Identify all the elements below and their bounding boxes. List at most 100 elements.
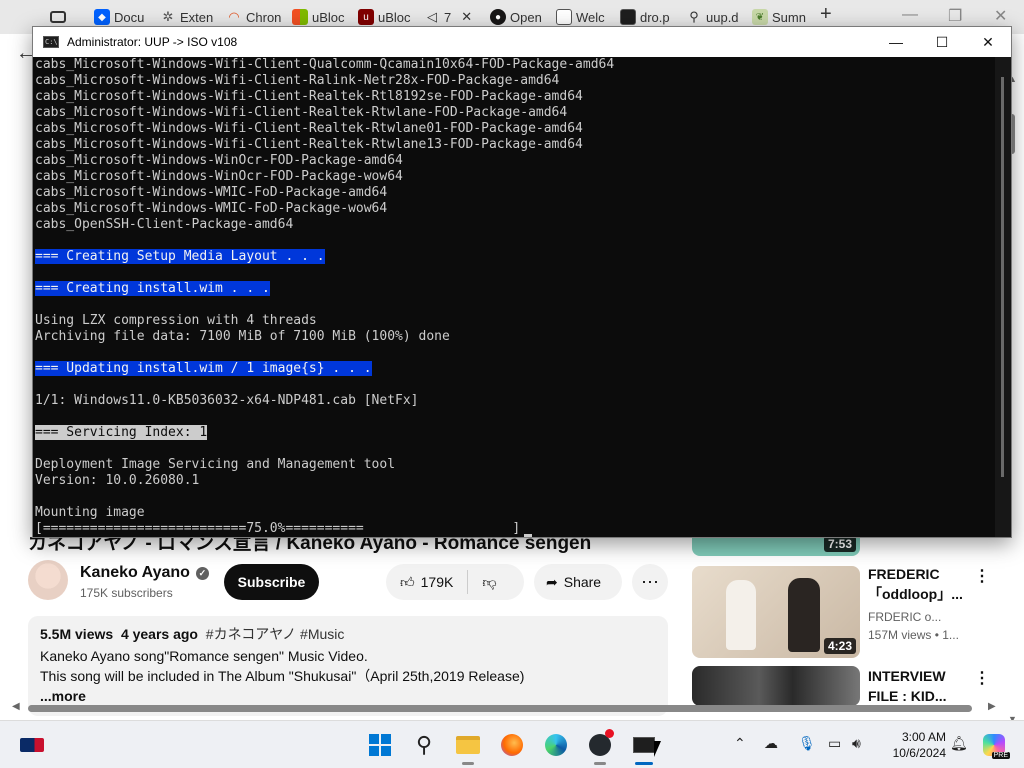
firefox-icon <box>501 734 523 756</box>
console-line: Version: 10.0.26080.1 <box>35 473 200 488</box>
file-explorer-button[interactable] <box>452 729 484 765</box>
like-button[interactable]: 👍︎ 179K <box>386 564 467 600</box>
console-maximize-button[interactable]: ☐ <box>919 27 965 57</box>
browser-maximize-button[interactable]: ❐ <box>948 6 962 26</box>
console-minimize-button[interactable]: — <box>873 27 919 57</box>
console-titlebar[interactable]: C:\ Administrator: UUP -> ISO v108 — ☐ ✕ <box>33 27 1011 57</box>
more-options-icon[interactable]: ⋮ <box>974 566 990 586</box>
console-close-button[interactable]: ✕ <box>965 27 1011 57</box>
share-label: Share <box>563 574 602 590</box>
edge-button[interactable] <box>540 729 572 761</box>
console-line: cabs_Microsoft-Windows-WMIC-FoD-Package-… <box>35 201 388 216</box>
dislike-button[interactable]: 👎︎ <box>468 564 510 600</box>
network-cloud-icon[interactable]: ☁ <box>764 735 778 752</box>
tab-label: Sumn <box>772 9 806 25</box>
tab-label: Docu <box>114 9 145 25</box>
highlighted-text: === Servicing Index: 1 <box>35 425 208 440</box>
console-line: cabs_Microsoft-Windows-WinOcr-FOD-Packag… <box>35 169 403 184</box>
channel-name-row[interactable]: Kaneko Ayano ✓ <box>80 564 209 582</box>
console-section-header: === Creating Setup Media Layout . . . <box>35 249 995 265</box>
terminal-icon <box>620 9 636 25</box>
highlighted-text: === Updating install.wim / 1 image{s} . … <box>35 361 372 376</box>
recommendation-title[interactable]: 「oddloop」... <box>868 584 963 604</box>
recommendation-thumbnail[interactable]: 4:23 <box>692 566 860 658</box>
github-desktop-button[interactable] <box>584 729 616 765</box>
channel-name[interactable]: Kaneko Ayano <box>80 564 190 582</box>
browser-close-button[interactable]: ✕ <box>994 6 1007 26</box>
windows-logo-icon <box>292 9 308 25</box>
recommendation-channel[interactable]: FRDERIC o... <box>868 610 941 624</box>
recommendation-title[interactable]: FREDERIC <box>868 564 940 584</box>
console-line: Using LZX compression with 4 threads <box>35 313 317 328</box>
firefox-button[interactable] <box>496 729 528 761</box>
notifications-bell-icon[interactable]: 🔔︎ <box>950 735 968 752</box>
upload-age: 4 years ago <box>120 626 198 642</box>
subscribe-button[interactable]: Subscribe <box>224 564 319 600</box>
more-actions-button[interactable]: ⋯ <box>632 564 668 600</box>
recommendation-title[interactable]: INTERVIEW <box>868 666 946 686</box>
scroll-thumb[interactable] <box>28 705 972 712</box>
puzzle-icon: ✲ <box>162 9 174 24</box>
start-button[interactable] <box>364 729 396 761</box>
video-duration: 7:53 <box>823 536 856 552</box>
scroll-left-arrow-icon[interactable]: ◀ <box>12 701 20 712</box>
show-hidden-icons-button[interactable]: ⌃ <box>734 735 746 752</box>
new-tab-button[interactable]: + <box>820 3 832 26</box>
share-button[interactable]: ➦ Share <box>534 564 622 600</box>
microphone-icon[interactable]: 🎙︎ <box>798 735 816 752</box>
system-clock[interactable]: 3:00 AM 10/6/2024 <box>882 729 946 761</box>
console-cursor <box>524 534 533 537</box>
tab-label: dro.p <box>640 9 670 25</box>
console-line: cabs_Microsoft-Windows-Wifi-Client-Realt… <box>35 89 583 104</box>
display-icon[interactable]: ▭ <box>828 735 841 752</box>
thumbnail-figure <box>788 578 820 652</box>
like-dislike-group: 👍︎ 179K 👎︎ <box>386 564 524 600</box>
console-line: 1/1: Windows11.0-KB5036032-x64-NDP481.ca… <box>35 393 419 408</box>
console-scroll-thumb[interactable] <box>1001 77 1004 477</box>
close-tab-icon[interactable]: ✕ <box>461 9 472 25</box>
subscriber-count: 175K subscribers <box>80 586 173 600</box>
share-icon: ➦ <box>546 573 558 590</box>
description-line: This song will be included in The Album … <box>40 668 525 684</box>
video-meta: 5.5M views 4 years ago #カネコアヤノ #Music <box>40 624 656 644</box>
running-indicator <box>635 762 653 765</box>
github-icon: ● <box>490 9 506 25</box>
console-window[interactable]: C:\ Administrator: UUP -> ISO v108 — ☐ ✕… <box>32 26 1012 538</box>
console-line: cabs_Microsoft-Windows-WMIC-FoD-Package-… <box>35 185 388 200</box>
mlb-widget-icon[interactable] <box>18 729 46 761</box>
edge-icon <box>545 734 567 756</box>
highlighted-text: === Creating Setup Media Layout . . . <box>35 249 325 264</box>
console-section-header: === Servicing Index: 1 <box>35 425 995 441</box>
more-options-icon[interactable]: ⋮ <box>974 668 990 688</box>
scroll-right-arrow-icon[interactable]: ▶ <box>988 701 996 712</box>
console-line: [==========================75.0%========… <box>35 521 995 537</box>
console-section-header: === Updating install.wim / 1 image{s} . … <box>35 361 995 377</box>
like-count: 179K <box>420 574 454 590</box>
console-line: cabs_Microsoft-Windows-Wifi-Client-Realt… <box>35 137 583 152</box>
console-section-header: === Creating install.wim . . . <box>35 281 995 297</box>
description-line: Kaneko Ayano song"Romance sengen" Music … <box>40 648 368 664</box>
clock-date: 10/6/2024 <box>892 746 946 760</box>
tab-label: uBloc <box>378 9 411 25</box>
browser-minimize-button[interactable]: — <box>902 6 918 24</box>
tab-label: uBloc <box>312 9 345 25</box>
thumbs-up-icon: 👍︎ <box>400 573 415 590</box>
page-horizontal-scrollbar[interactable]: ◀ ▶ <box>0 700 1006 716</box>
console-scrollbar[interactable] <box>995 57 1011 537</box>
folder-icon <box>456 736 480 754</box>
search-taskbar-button[interactable]: ⚲ <box>408 729 440 761</box>
console-line: cabs_Microsoft-Windows-Wifi-Client-Qualc… <box>35 57 615 72</box>
volume-icon[interactable]: 🔊︎ <box>852 735 861 752</box>
hashtags[interactable]: #カネコアヤノ #Music <box>206 626 345 642</box>
channel-avatar[interactable] <box>28 560 68 600</box>
running-indicator <box>462 762 474 765</box>
console-line: cabs_Microsoft-Windows-WinOcr-FOD-Packag… <box>35 153 403 168</box>
console-output[interactable]: cabs_Microsoft-Windows-Wifi-Client-Qualc… <box>33 57 995 537</box>
notification-badge <box>605 729 614 738</box>
copilot-button[interactable]: PRE <box>978 729 1010 761</box>
highlighted-text: === Creating install.wim . . . <box>35 281 270 296</box>
console-line: Deployment Image Servicing and Managemen… <box>35 457 396 472</box>
